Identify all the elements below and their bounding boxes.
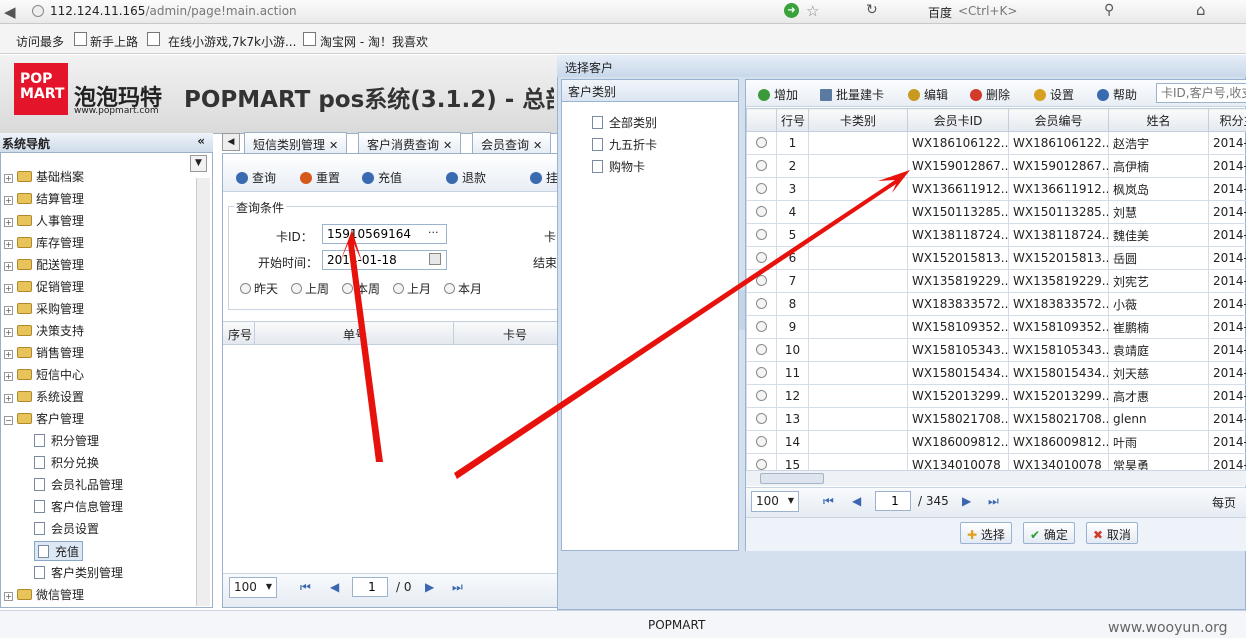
annotation-arrows (340, 170, 910, 479)
arrow-to-member-card-id (454, 170, 910, 479)
arrow-to-card-id (340, 230, 383, 462)
